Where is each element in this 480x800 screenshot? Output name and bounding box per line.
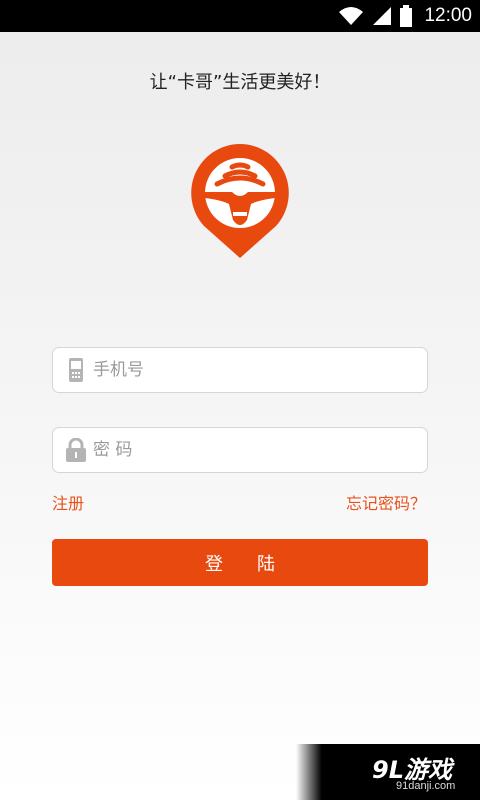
watermark: 9L游戏 91danji.com: [296, 744, 480, 800]
phone-icon: [59, 357, 93, 383]
status-icons: 12:00: [338, 0, 472, 32]
phone-input[interactable]: [93, 360, 427, 380]
password-field[interactable]: [52, 427, 428, 473]
password-input[interactable]: [93, 440, 427, 460]
kage-pin-logo: [191, 144, 289, 258]
signal-icon: [373, 7, 392, 25]
lock-icon: [59, 438, 93, 462]
wifi-icon: [339, 7, 364, 25]
forgot-password-link[interactable]: 忘记密码？: [346, 490, 426, 514]
battery-icon: [400, 5, 413, 27]
watermark-url: 91danji.com: [396, 780, 456, 792]
status-time: 12:00: [424, 5, 472, 26]
tagline: 让“卡哥”生活更美好！: [149, 72, 331, 93]
login-button[interactable]: 登陆: [52, 539, 428, 586]
status-bar: 12:00: [0, 0, 480, 32]
phone-field[interactable]: [52, 347, 428, 393]
register-link[interactable]: 注册: [52, 490, 84, 514]
